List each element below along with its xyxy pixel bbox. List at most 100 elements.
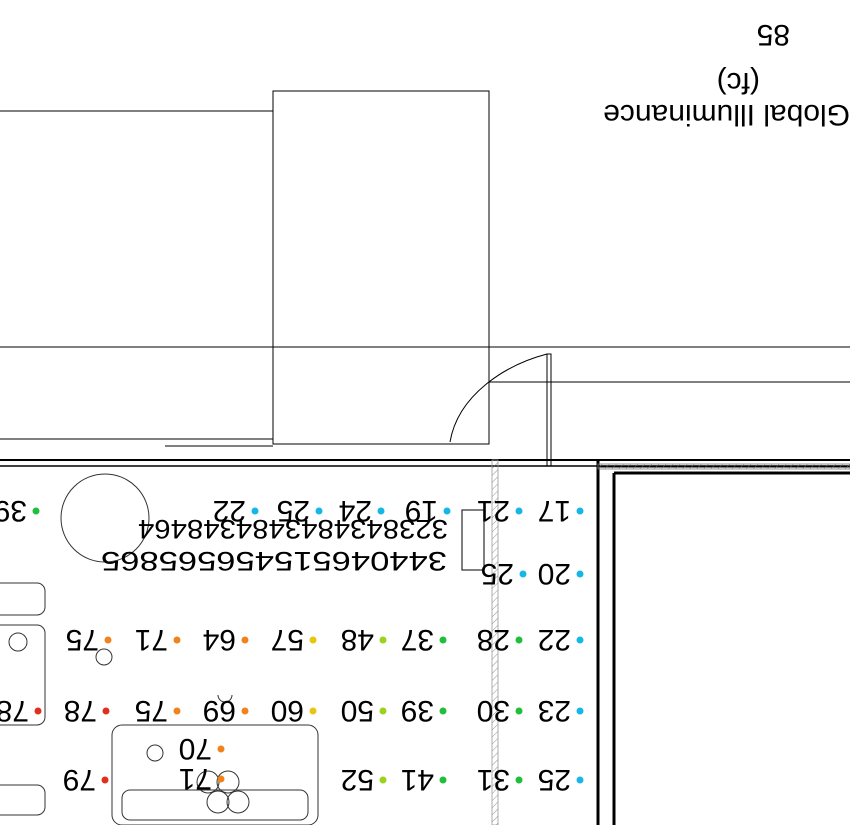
reading-dot (241, 707, 249, 715)
reading-dot (315, 507, 323, 515)
reading-r25: 78 (64, 694, 110, 727)
reading-r21: 50 (341, 694, 387, 727)
reading-r01: 17 (538, 494, 584, 527)
reading-dot (576, 776, 584, 784)
reading-value: 39 (401, 694, 434, 727)
reading-dot (104, 636, 112, 644)
reading-r32: 52 (341, 763, 387, 796)
reading-r08: 20 (538, 557, 584, 590)
desk-3 (111, 724, 319, 825)
reading-r31: 41 (401, 763, 447, 796)
reading-r14: 57 (271, 623, 317, 656)
reading-dot (173, 636, 181, 644)
reading-dot (439, 776, 447, 784)
reading-value: 22 (538, 623, 571, 656)
reading-r11: 28 (477, 623, 523, 656)
reading-value: 39 (0, 494, 27, 527)
reading-r07: 39 (0, 494, 40, 527)
grate-1 (226, 790, 250, 814)
reading-value: 28 (477, 623, 510, 656)
reading-value: 78 (0, 694, 29, 727)
reading-value: 25 (277, 494, 310, 527)
reading-value: 57 (271, 623, 304, 656)
reading-dot (309, 707, 317, 715)
reading-value: 24 (339, 494, 372, 527)
reading-r18: 23 (538, 694, 584, 727)
reading-value: 50 (341, 694, 374, 727)
reading-value: 75 (66, 623, 99, 656)
reading-value: 71 (135, 623, 168, 656)
reading-value: 69 (203, 694, 236, 727)
reading-r02: 21 (477, 494, 523, 527)
reading-dot (241, 636, 249, 644)
reading-dot (515, 707, 523, 715)
reading-value: 78 (64, 694, 97, 727)
reading-value: 79 (63, 763, 96, 796)
reading-value: 37 (401, 623, 434, 656)
reading-r13: 48 (341, 623, 387, 656)
stool-2 (146, 744, 164, 762)
reading-value: 22 (213, 494, 246, 527)
reading-dot (217, 745, 225, 753)
reading-r24: 75 (135, 694, 181, 727)
reading-dot (379, 776, 387, 784)
reading-value: 17 (538, 494, 571, 527)
reading-dot (515, 507, 523, 515)
reading-r29: 25 (538, 763, 584, 796)
reading-value: 64 (203, 623, 236, 656)
reading-dot (32, 507, 40, 515)
reading-r09: 25 (481, 557, 527, 590)
legend-unit: (fc) (717, 66, 760, 99)
reading-dot (515, 776, 523, 784)
reading-value: 60 (271, 694, 304, 727)
reading-dot (379, 636, 387, 644)
reading-value: 31 (477, 763, 510, 796)
reading-value: 25 (481, 557, 514, 590)
reading-dot (101, 776, 109, 784)
legend-partial-number: 85 (757, 18, 790, 51)
reading-r12: 37 (401, 623, 447, 656)
reading-value: 52 (341, 763, 374, 796)
reading-dot (217, 775, 225, 783)
reading-r27: 70 (179, 732, 225, 765)
reading-dot (515, 636, 523, 644)
reading-r20: 39 (401, 694, 447, 727)
reading-dot (576, 707, 584, 715)
dense-row-2: 344046515456565865 (101, 546, 447, 576)
room-outline (272, 90, 490, 445)
reading-dot (251, 507, 259, 515)
reading-value: 71 (179, 762, 212, 795)
reading-r23: 69 (203, 694, 249, 727)
reading-dot (576, 570, 584, 578)
illuminance-legend: 85 Global Illuminance (fc) (603, 18, 850, 131)
reading-value: 20 (538, 557, 571, 590)
reading-value: 48 (341, 623, 374, 656)
reading-value: 70 (179, 732, 212, 765)
reading-value: 30 (477, 694, 510, 727)
reading-dot (439, 636, 447, 644)
reading-dot (309, 636, 317, 644)
reading-r16: 71 (135, 623, 181, 656)
chair-stool (8, 632, 28, 652)
reading-r19: 30 (477, 694, 523, 727)
reading-r15: 64 (203, 623, 249, 656)
desk-1 (0, 582, 46, 616)
reading-dot (443, 507, 451, 515)
reading-r10: 22 (538, 623, 584, 656)
reading-dot (519, 570, 527, 578)
reading-value: 23 (538, 694, 571, 727)
reading-r33: 79 (63, 763, 109, 796)
hatched-wall-strip (597, 463, 850, 470)
reading-r30: 31 (477, 763, 523, 796)
reading-value: 25 (538, 763, 571, 796)
rotated-plan: 85 Global Illuminance (fc) 3440465154565… (0, 18, 850, 825)
reading-dot (576, 636, 584, 644)
desk-4 (121, 789, 309, 821)
desk-5 (0, 784, 46, 816)
door-swing-arc (449, 353, 548, 443)
reading-value: 75 (135, 694, 168, 727)
reading-value: 21 (477, 494, 510, 527)
reading-dot (576, 507, 584, 515)
reading-value: 19 (405, 494, 438, 527)
floor-plan: 85 Global Illuminance (fc) 3440465154565… (0, 18, 850, 825)
